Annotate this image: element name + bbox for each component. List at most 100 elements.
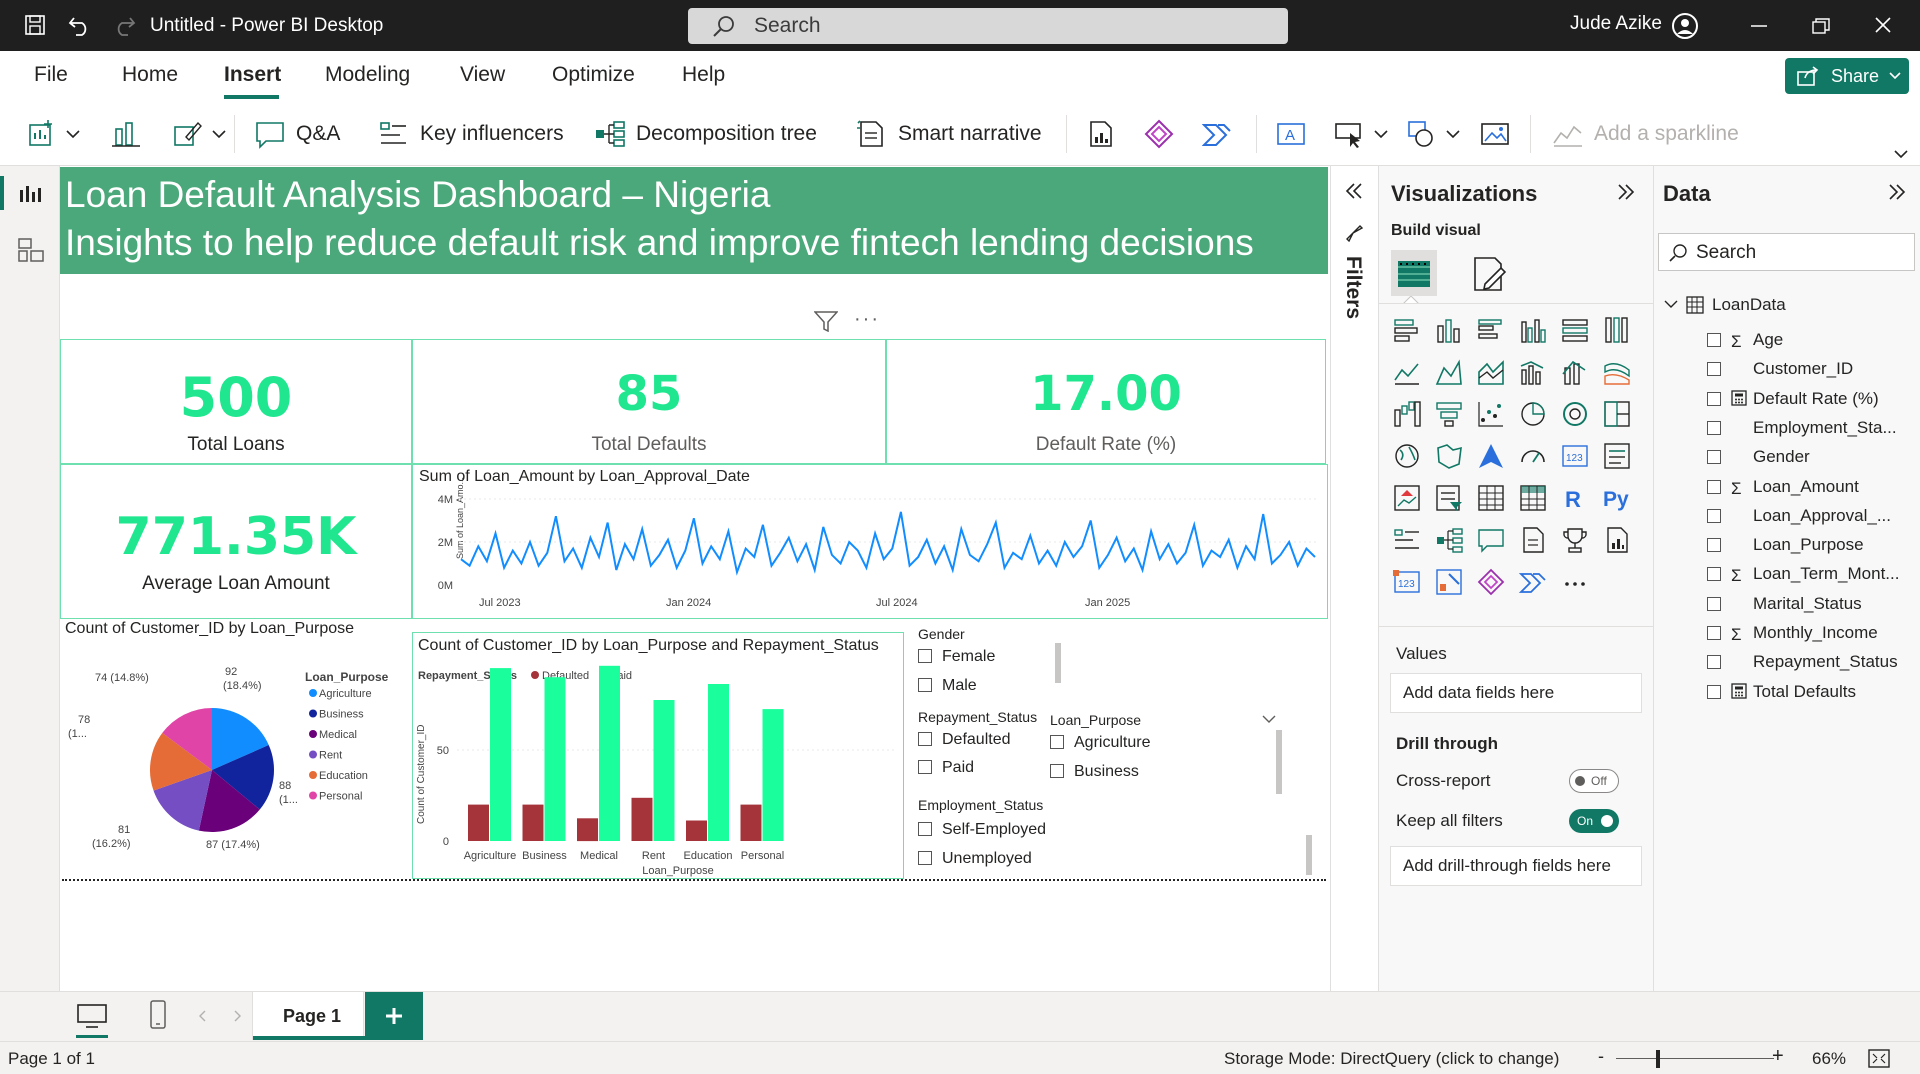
checkbox[interactable] xyxy=(1707,333,1721,347)
field-item[interactable]: Default Rate (%) xyxy=(1707,389,1879,409)
bar-chart-visual[interactable]: Count of Customer_ID by Loan_Purpose and… xyxy=(412,632,904,879)
100-stacked-bar-chart-icon[interactable] xyxy=(1562,319,1588,342)
menu-file[interactable]: File xyxy=(34,63,68,87)
azure-visual-icon[interactable] xyxy=(1436,569,1462,595)
slicer-scrollbar[interactable] xyxy=(1276,730,1282,794)
cross-report-toggle[interactable]: Off xyxy=(1569,769,1619,793)
checkbox[interactable] xyxy=(1707,626,1721,640)
slicer-item-unemployed[interactable]: Unemployed xyxy=(918,850,1032,868)
field-item[interactable]: Employment_Sta... xyxy=(1707,418,1897,438)
legend-label-agri[interactable]: Agriculture xyxy=(319,688,372,700)
checkbox[interactable] xyxy=(918,678,932,692)
save-icon[interactable] xyxy=(24,14,46,36)
field-item[interactable]: Total Defaults xyxy=(1707,682,1856,702)
checkbox[interactable] xyxy=(1707,684,1721,699)
paginated-report-button[interactable] xyxy=(1086,117,1126,151)
gallery-row-1[interactable] xyxy=(1394,317,1628,343)
card-icon[interactable]: 123 xyxy=(1562,445,1588,467)
waterfall-chart-icon[interactable] xyxy=(1394,401,1421,427)
zoom-in-button[interactable]: + xyxy=(1772,1045,1784,1068)
values-well[interactable]: Add data fields here xyxy=(1390,673,1642,713)
line-chart-icon[interactable] xyxy=(1394,363,1419,385)
double-chevron-left-icon[interactable] xyxy=(1345,182,1363,200)
checkbox[interactable] xyxy=(1707,479,1721,494)
checkbox[interactable] xyxy=(1707,538,1721,553)
filled-map-icon[interactable] xyxy=(1437,444,1462,469)
add-sparkline-button[interactable]: Add a sparkline xyxy=(1552,117,1739,151)
legend-label-pers[interactable]: Personal xyxy=(319,791,362,803)
checkbox[interactable] xyxy=(918,851,932,865)
report-view-icon[interactable] xyxy=(18,182,42,204)
card-new-icon[interactable]: 123 xyxy=(1393,570,1420,593)
multi-row-card-icon[interactable] xyxy=(1604,443,1630,469)
bar-defaulted-business[interactable] xyxy=(522,804,544,841)
slicer-item-female[interactable]: Female xyxy=(918,648,995,666)
checkbox[interactable] xyxy=(1707,391,1721,406)
checkbox[interactable] xyxy=(918,822,932,836)
zoom-out-button[interactable]: - xyxy=(1598,1046,1604,1067)
gallery-row-7[interactable]: 123 xyxy=(1393,568,1585,596)
key-influencers-button[interactable]: Key influencers xyxy=(378,117,564,151)
line-stacked-column-icon[interactable] xyxy=(1562,360,1586,385)
image-button[interactable] xyxy=(1480,117,1520,151)
field-item[interactable]: Gender xyxy=(1707,447,1810,467)
power-apps-button[interactable] xyxy=(1144,117,1184,151)
azure-map-icon[interactable] xyxy=(1479,444,1503,468)
buttons-button[interactable] xyxy=(172,117,236,151)
slicer-scrollbar[interactable] xyxy=(1306,835,1312,875)
field-item[interactable]: Repayment_Status xyxy=(1707,652,1898,672)
bar-defaulted-personal[interactable] xyxy=(740,804,762,841)
matrix-icon[interactable] xyxy=(1520,485,1546,511)
checkbox[interactable] xyxy=(1050,735,1064,749)
field-item[interactable]: Σ Age xyxy=(1707,330,1783,352)
metrics-icon[interactable] xyxy=(1563,528,1587,553)
drill-through-well[interactable]: Add drill-through fields here xyxy=(1390,846,1642,886)
fit-to-page-icon[interactable] xyxy=(1868,1049,1890,1069)
pie-chart-icon[interactable] xyxy=(1521,402,1545,426)
redo-icon[interactable] xyxy=(112,14,136,36)
menu-home[interactable]: Home xyxy=(122,63,178,87)
storage-mode[interactable]: Storage Mode: DirectQuery (click to chan… xyxy=(1224,1049,1559,1069)
r-visual-icon[interactable]: R xyxy=(1565,487,1581,512)
shapes-dropdown[interactable] xyxy=(1406,117,1470,151)
mobile-layout-icon[interactable] xyxy=(148,1000,168,1030)
slicer-item-agriculture[interactable]: Agriculture xyxy=(1050,734,1150,752)
double-chevron-right-icon[interactable] xyxy=(1617,183,1635,201)
table-icon[interactable] xyxy=(1478,485,1504,511)
build-visual-tab[interactable] xyxy=(1391,250,1437,296)
slicer-item-self-employed[interactable]: Self-Employed xyxy=(918,821,1046,839)
menu-insert[interactable]: Insert xyxy=(224,63,281,87)
slicer-item-paid[interactable]: Paid xyxy=(918,759,974,777)
100-stacked-column-chart-icon[interactable] xyxy=(1605,317,1628,343)
slicer-icon[interactable] xyxy=(1436,485,1462,511)
more-options-icon[interactable]: ··· xyxy=(854,308,880,331)
donut-chart-icon[interactable] xyxy=(1563,402,1587,426)
clustered-column-chart-icon[interactable] xyxy=(1521,319,1546,343)
page-tab-1[interactable]: Page 1 xyxy=(252,992,365,1040)
paginated-report-icon[interactable] xyxy=(1607,527,1628,553)
chevron-left-icon[interactable] xyxy=(198,1010,208,1022)
legend-label-med[interactable]: Medical xyxy=(319,729,357,741)
undo-icon[interactable] xyxy=(68,14,92,36)
gallery-row-4[interactable]: 123 xyxy=(1395,443,1630,469)
gallery-row-2[interactable] xyxy=(1394,359,1630,385)
checkbox[interactable] xyxy=(1707,655,1721,670)
menu-help[interactable]: Help xyxy=(682,63,725,87)
menu-optimize[interactable]: Optimize xyxy=(552,63,635,87)
line-clustered-column-icon[interactable] xyxy=(1520,361,1544,385)
add-page-button[interactable] xyxy=(365,992,423,1040)
bar-paid-education[interactable] xyxy=(708,684,729,841)
python-visual-icon[interactable]: Py xyxy=(1603,488,1629,511)
checkbox[interactable] xyxy=(1707,596,1721,611)
field-item[interactable]: Loan_Approval_... xyxy=(1707,506,1891,526)
gallery-row-3[interactable] xyxy=(1394,401,1630,427)
gauge-icon[interactable] xyxy=(1521,450,1545,463)
checkbox[interactable] xyxy=(918,732,932,746)
menu-view[interactable]: View xyxy=(460,63,505,87)
stacked-column-chart-icon[interactable] xyxy=(1437,319,1460,343)
power-automate-icon[interactable] xyxy=(1518,573,1546,593)
legend-label-bus[interactable]: Business xyxy=(319,709,364,721)
bar-defaulted-agriculture[interactable] xyxy=(468,804,489,841)
search-box[interactable]: Search xyxy=(688,8,1288,44)
bar-paid-personal[interactable] xyxy=(762,709,784,841)
